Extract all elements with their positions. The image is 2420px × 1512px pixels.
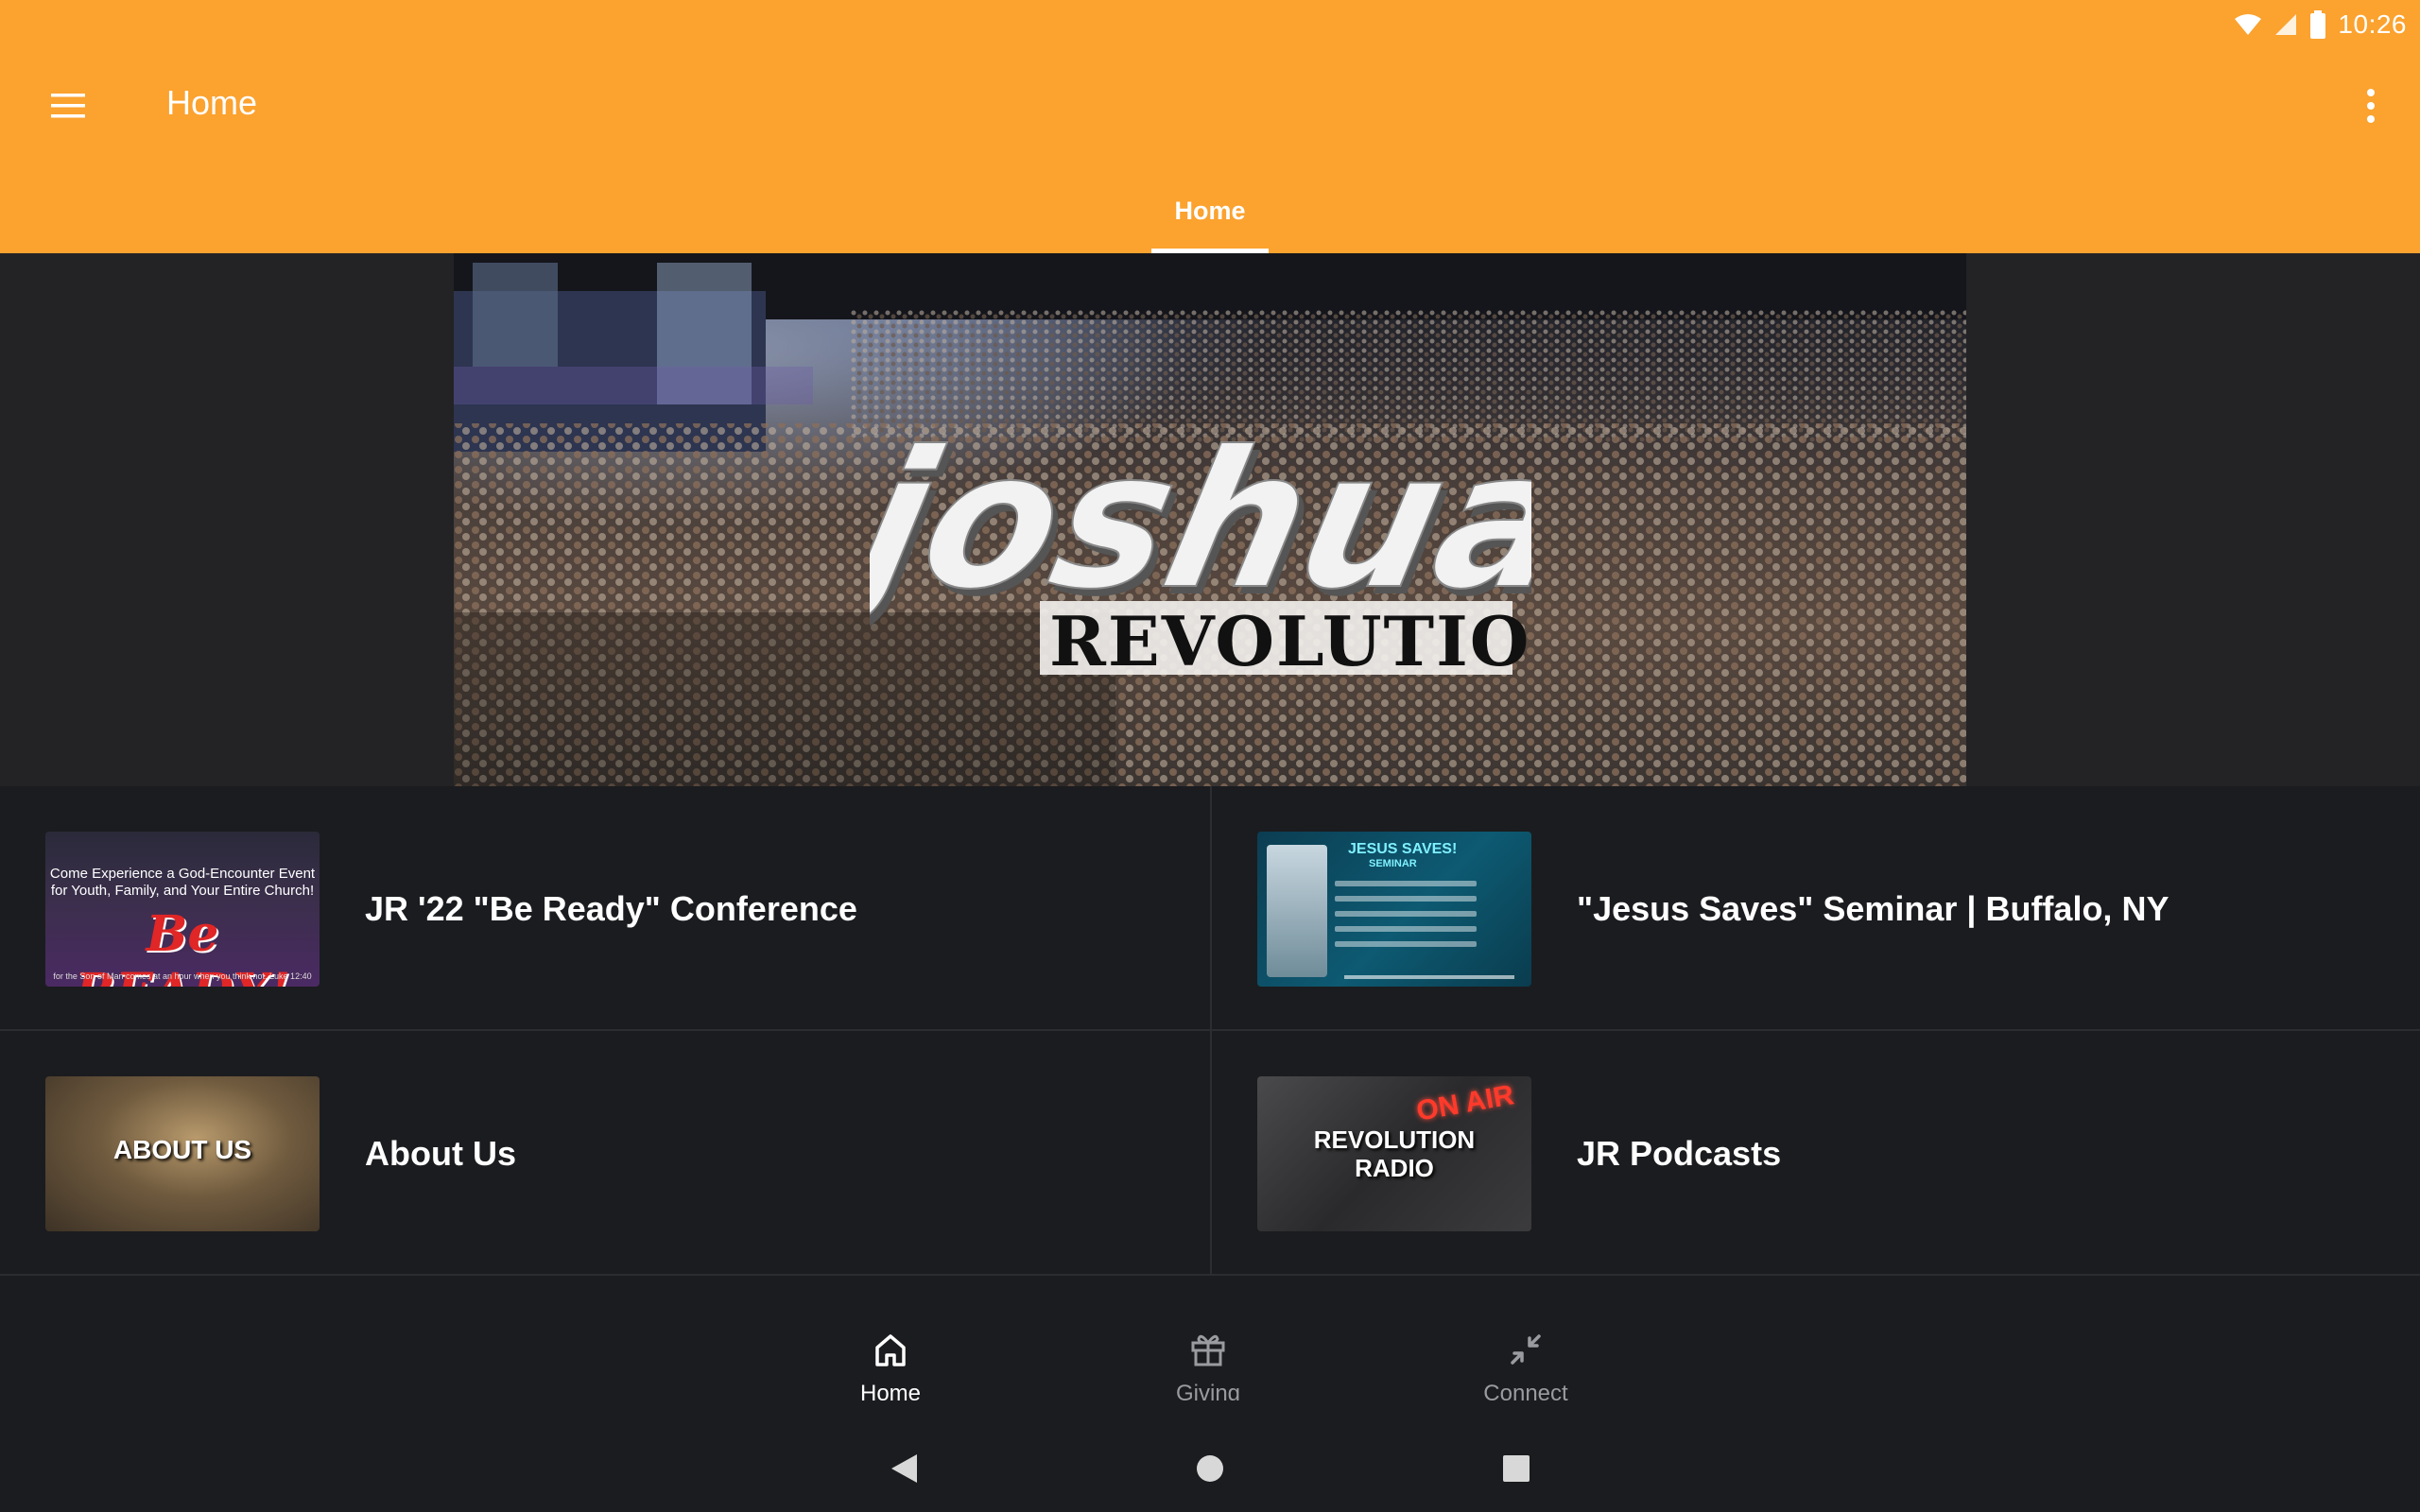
item-thumbnail: JESUS SAVES! SEMINAR [1257,832,1531,987]
home-circle-icon[interactable] [1191,1450,1229,1487]
hamburger-menu-icon[interactable] [38,76,98,136]
recents-square-icon[interactable] [1497,1450,1535,1487]
svg-text:joshua: joshua [870,410,1531,630]
svg-text:REVOLUTION: REVOLUTION [1049,601,1531,681]
item-title: JR Podcasts [1577,1133,1782,1173]
wifi-icon [2234,13,2262,36]
thumb-headline: ABOUT US [112,1135,252,1164]
joshua-revolution-logo: joshua joshua REVOLUTION [815,395,1597,697]
status-bar: 10:26 [2234,6,2407,43]
thumb-headline: REVOLUTION RADIO [1257,1125,1531,1182]
thumb-text: ON AIR [1413,1079,1516,1127]
item-title: About Us [365,1133,516,1173]
thumb-photo [1267,845,1327,977]
list-item[interactable]: ABOUT US About Us [0,1031,1210,1276]
home-icon [872,1331,909,1373]
thumb-text: Come Experience a God-Encounter Event [49,866,316,882]
page-title: Home [166,83,258,122]
item-thumbnail: Come Experience a God-Encounter Event fo… [45,832,320,987]
gift-icon [1189,1331,1227,1373]
nav-home[interactable]: Home [815,1331,966,1407]
back-icon[interactable] [885,1450,923,1487]
status-time: 10:26 [2338,9,2407,39]
more-vert-icon[interactable] [2348,76,2394,136]
tab-label: Home [1174,197,1246,225]
thumb-headline: JESUS SAVES! [1348,841,1458,857]
thumb-text: for the Son of Man comes at an hour when… [53,971,312,981]
hero-banner[interactable]: joshua joshua REVOLUTION [454,253,1966,786]
cellular-signal-icon [2273,12,2298,37]
list-item[interactable]: Come Experience a God-Encounter Event fo… [0,786,1210,1031]
item-title: JR '22 "Be Ready" Conference [365,888,857,928]
item-thumbnail: ABOUT US [45,1076,320,1231]
item-title: "Jesus Saves" Seminar | Buffalo, NY [1577,888,2169,928]
system-navigation-bar [0,1400,2420,1512]
item-thumbnail: ON AIR REVOLUTION RADIO [1257,1076,1531,1231]
thumb-detail-lines [1344,975,1514,979]
list-item[interactable]: JESUS SAVES! SEMINAR "Jesus Saves" Semin… [1210,786,2420,1031]
thumb-detail-lines [1335,881,1477,956]
tab-home[interactable]: Home [1151,187,1269,253]
collapse-arrows-icon [1507,1331,1545,1373]
thumb-text: SEMINAR [1369,858,1417,869]
thumb-text: for Youth, Family, and Your Entire Churc… [50,883,315,899]
app-bar: 10:26 Home Home [0,0,2420,253]
battery-icon [2309,10,2326,39]
nav-giving[interactable]: Giving [1132,1331,1284,1407]
list-item[interactable]: ON AIR REVOLUTION RADIO JR Podcasts [1210,1031,2420,1276]
thumb-text: RADIO [1355,1154,1434,1182]
content-grid: Come Experience a God-Encounter Event fo… [0,786,2420,1278]
thumb-text: REVOLUTION [1313,1125,1476,1154]
nav-connect[interactable]: Connect [1450,1331,1601,1407]
bottom-navigation: Home Giving Connect [0,1278,2420,1406]
